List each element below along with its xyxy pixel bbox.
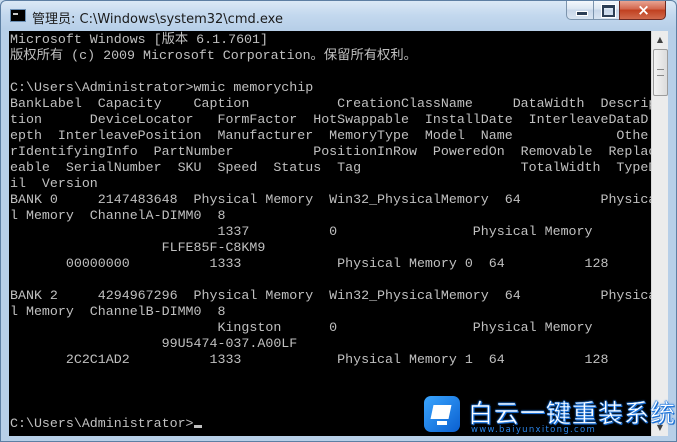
- window-title: 管理员: C:\Windows\system32\cmd.exe: [32, 12, 283, 27]
- console-line: 00000000 1333 Physical Memory 0 64 128: [10, 256, 609, 271]
- console-line: BankLabel Capacity Caption CreationClass…: [10, 96, 651, 111]
- minimize-button[interactable]: [566, 1, 594, 20]
- console-line: il Version: [10, 176, 98, 191]
- console-line: BANK 0 2147483648 Physical Memory Win32_…: [10, 192, 651, 207]
- maximize-icon: [601, 4, 616, 18]
- watermark: 白云一键重装系统 www.baiyunxitong.com: [424, 392, 675, 440]
- maximize-button[interactable]: [593, 1, 620, 20]
- minimize-icon: [576, 11, 588, 16]
- console-line: l Memory ChannelB-DIMM0 8: [10, 304, 226, 319]
- console-line: Kingston 0 Physical Memory: [10, 320, 593, 335]
- console-line: FLFE85F-C8KM9: [10, 240, 266, 255]
- text-cursor: [193, 425, 202, 428]
- console-line: l Memory ChannelA-DIMM0 8: [10, 208, 226, 223]
- cmd-app-icon[interactable]: [10, 9, 26, 22]
- watermark-url: www.baiyunxitong.com: [471, 425, 597, 435]
- scroll-thumb[interactable]: [653, 49, 668, 96]
- console-line: 99U5474-037.A00LF: [10, 336, 298, 351]
- console-line: Microsoft Windows [版本 6.1.7601]: [10, 32, 268, 47]
- console-output[interactable]: Microsoft Windows [版本 6.1.7601] 版权所有 (c)…: [9, 31, 651, 436]
- cmd-window: 管理员: C:\Windows\system32\cmd.exe × Micro…: [0, 0, 677, 442]
- console-line: C:\Users\Administrator>: [10, 416, 194, 431]
- close-icon: ×: [637, 1, 650, 19]
- close-button[interactable]: ×: [619, 1, 666, 20]
- baiyun-logo-icon: [424, 396, 460, 432]
- console-line: 版权所有 (c) 2009 Microsoft Corporation。保留所有…: [10, 48, 417, 63]
- scroll-up-icon[interactable]: ▲: [652, 31, 668, 48]
- console-line: 2C2C1AD2 1333 Physical Memory 1 64 128: [10, 352, 609, 367]
- console-line: epth InterleavePosition Manufacturer Mem…: [10, 128, 649, 143]
- console-line: 1337 0 Physical Memory: [10, 224, 593, 239]
- vertical-scrollbar[interactable]: ▲ ▼: [651, 31, 668, 436]
- console-line: rIdentifyingInfo PartNumber PositionInRo…: [10, 144, 651, 159]
- title-bar[interactable]: 管理员: C:\Windows\system32\cmd.exe ×: [1, 1, 676, 31]
- console-line: eable SerialNumber SKU Speed Status Tag …: [10, 160, 651, 175]
- console-line: tion DeviceLocator FormFactor HotSwappab…: [10, 112, 649, 127]
- console-line: BANK 2 4294967296 Physical Memory Win32_…: [10, 288, 651, 303]
- console-text: Microsoft Windows [版本 6.1.7601] 版权所有 (c)…: [10, 32, 651, 432]
- console-line: C:\Users\Administrator>wmic memorychip: [10, 80, 314, 95]
